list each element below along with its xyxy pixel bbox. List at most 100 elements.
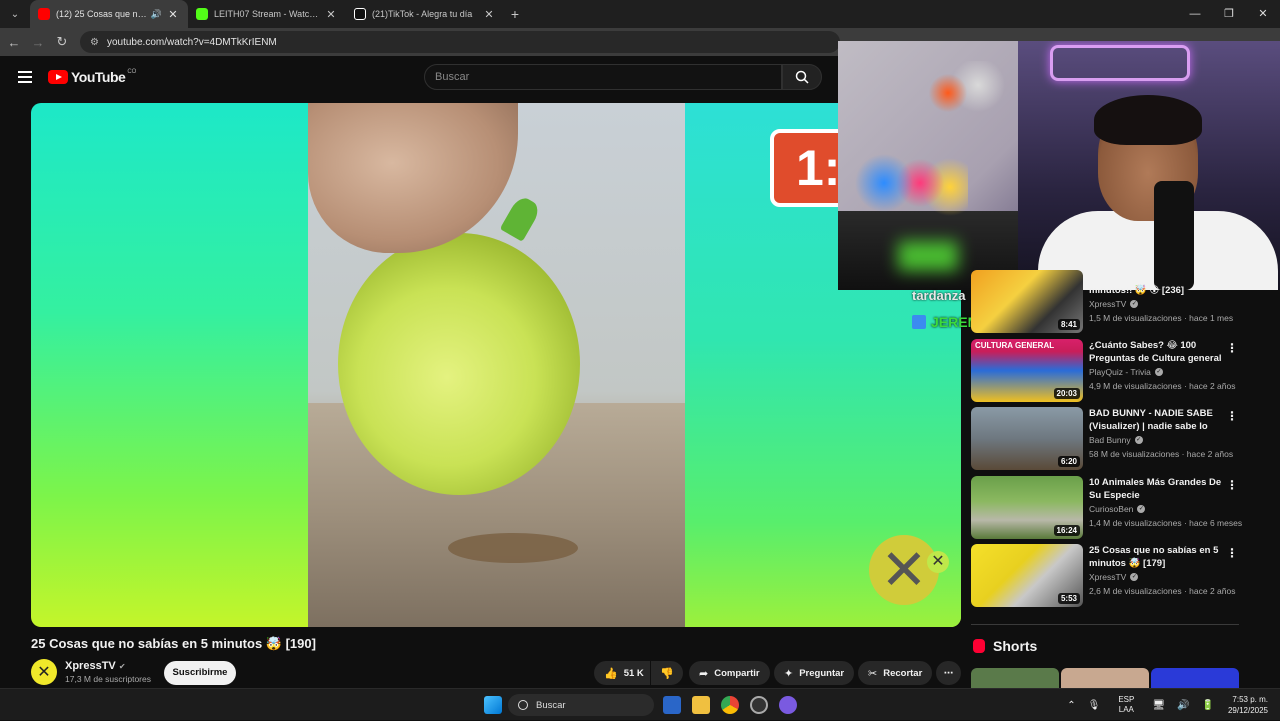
restore-icon[interactable]: ❐ — [1212, 0, 1246, 28]
windows-start-icon[interactable] — [484, 696, 502, 714]
more-options-icon[interactable]: ⋮ — [1226, 341, 1238, 355]
url-field[interactable]: ⚙ youtube.com/watch?v=4DMTkKrIENM — [80, 31, 840, 53]
reload-icon[interactable]: ↻ — [50, 34, 74, 50]
xpress-small-icon: ✕ — [927, 551, 949, 573]
xpress-logo-icon: ✕ — [869, 535, 939, 605]
thumbnail-caption: CULTURA GENERAL — [975, 341, 1055, 350]
menu-icon[interactable] — [18, 68, 32, 86]
window-controls: — ❐ ✕ — [1178, 0, 1280, 28]
app-icon[interactable] — [750, 696, 768, 714]
battery-icon[interactable]: 🔋 — [1202, 700, 1214, 711]
verified-icon: ✓ — [1154, 368, 1163, 376]
more-actions-button[interactable]: ⋯ — [936, 661, 961, 685]
microphone-icon[interactable]: 🎙 — [1088, 700, 1101, 711]
tiktok-favicon-icon — [354, 8, 366, 20]
language-indicator[interactable]: ESP LAA — [1118, 695, 1134, 715]
dislike-button[interactable]: 👎 — [651, 661, 683, 685]
video-title[interactable]: BAD BUNNY - NADIE SABE (Visualizer) | na… — [1089, 407, 1227, 433]
close-window-icon[interactable]: ✕ — [1246, 0, 1280, 28]
video-thumbnail[interactable]: 16:24 — [971, 476, 1083, 539]
speaker-icon[interactable]: 🔊 — [151, 9, 162, 20]
hand-image — [308, 103, 518, 253]
tab-search-button[interactable]: ⌄ — [4, 4, 26, 24]
youtube-favicon-icon — [38, 8, 50, 20]
back-icon[interactable]: ← — [2, 35, 26, 50]
tab-title: (12) 25 Cosas que no sabías en 5 minutos — [56, 9, 147, 19]
tab-close-icon[interactable]: ✕ — [482, 8, 496, 21]
channel-name[interactable]: CuriosoBen — [1089, 504, 1133, 514]
video-title[interactable]: 25 Cosas que no sabías en 5 minutos 🤯 [1… — [1089, 544, 1227, 570]
search-icon — [518, 700, 528, 710]
streamer-image — [1038, 95, 1278, 290]
ask-button[interactable]: ✦ Preguntar — [774, 661, 855, 685]
youtube-logo[interactable]: YouTube CO — [48, 69, 136, 85]
video-title[interactable]: ¿Cuánto Sabes? 😂 100 Preguntas de Cultur… — [1089, 339, 1227, 365]
scissors-icon: ✂ — [868, 667, 878, 680]
more-options-icon[interactable]: ⋮ — [1226, 546, 1238, 560]
tab-youtube[interactable]: (12) 25 Cosas que no sabías en 5 minutos… — [30, 0, 188, 28]
forward-icon[interactable]: → — [26, 35, 50, 50]
sparkle-icon: ✦ — [784, 667, 794, 680]
recommendation-item[interactable]: 16:24 10 Animales Más Grandes De Su Espe… — [971, 476, 1243, 540]
system-tray: ⌃ 🎙 ESP LAA 🖥 🔊 🔋 7:53 p. m. 29/12/2025 — [1061, 689, 1280, 721]
taskbar-search[interactable]: Buscar — [508, 694, 654, 716]
shorts-icon — [973, 639, 985, 653]
clip-button[interactable]: ✂ Recortar — [858, 661, 933, 685]
more-options-icon[interactable]: ⋮ — [1226, 409, 1238, 423]
short-thumbnail[interactable] — [1151, 668, 1239, 688]
tab-close-icon[interactable]: ✕ — [324, 8, 338, 21]
app-icon[interactable] — [779, 696, 797, 714]
duration-badge: 6:20 — [1057, 456, 1080, 467]
recommendation-item[interactable]: 5:53 25 Cosas que no sabías en 5 minutos… — [971, 544, 1241, 608]
chrome-icon[interactable] — [721, 696, 739, 714]
video-thumbnail[interactable]: 8:41 — [971, 270, 1083, 333]
video-title[interactable]: minutos!! 🤯 😮 [236] — [1089, 284, 1227, 297]
search-button[interactable] — [782, 64, 822, 90]
short-thumbnail[interactable] — [1061, 668, 1149, 688]
tab-kick[interactable]: LEITH07 Stream - Watch Live on Kick ✕ — [188, 0, 346, 28]
like-button[interactable]: 👍 51 K — [594, 661, 650, 685]
new-tab-button[interactable]: + — [504, 6, 526, 22]
video-title-main: 25 Cosas que no sabías en 5 minutos 🤯 [1… — [31, 636, 316, 651]
search-input[interactable]: Buscar — [424, 64, 782, 90]
duration-badge: 16:24 — [1053, 525, 1080, 536]
video-title[interactable]: 10 Animales Más Grandes De Su Especie — [1089, 476, 1227, 502]
recommendation-item[interactable]: CULTURA GENERAL 20:03 ¿Cuánto Sabes? 😂 1… — [971, 339, 1241, 403]
chevron-up-icon[interactable]: ⌃ — [1067, 700, 1075, 711]
recommendation-item[interactable]: 6:20 BAD BUNNY - NADIE SABE (Visualizer)… — [971, 407, 1241, 471]
minimize-icon[interactable]: — — [1178, 0, 1212, 28]
recommendation-item[interactable]: 8:41 minutos!! 🤯 😮 [236] XpressTV ✓ 1,5 M… — [971, 270, 1241, 334]
more-options-icon[interactable]: ⋮ — [1226, 478, 1238, 492]
tab-title: (21)TikTok - Alegra tu día — [372, 9, 473, 19]
volume-icon[interactable]: 🔊 — [1177, 700, 1189, 711]
search-icon — [795, 70, 809, 84]
tab-close-icon[interactable]: ✕ — [166, 8, 180, 21]
network-icon[interactable]: 🖥 — [1152, 700, 1165, 711]
video-thumbnail[interactable]: CULTURA GENERAL 20:03 — [971, 339, 1083, 402]
tab-tiktok[interactable]: (21)TikTok - Alegra tu día ✕ — [346, 0, 504, 28]
tab-title: LEITH07 Stream - Watch Live on Kick — [214, 9, 320, 19]
channel-name[interactable]: PlayQuiz - Trivia — [1089, 367, 1151, 377]
share-button[interactable]: ➦ Compartir — [689, 661, 770, 685]
divider — [971, 624, 1239, 625]
file-explorer-icon[interactable] — [692, 696, 710, 714]
figurines-image — [848, 151, 968, 231]
browser-tab-bar: ⌄ (12) 25 Cosas que no sabías en 5 minut… — [0, 0, 1280, 28]
neon-sign — [1050, 45, 1190, 81]
kick-favicon-icon — [196, 8, 208, 20]
video-stats: 1,4 M de visualizaciones · hace 6 meses — [1089, 518, 1243, 528]
channel-name[interactable]: XpressTV — [1089, 299, 1126, 309]
short-thumbnail[interactable] — [971, 668, 1059, 688]
channel-name[interactable]: XpressTV — [1089, 572, 1126, 582]
channel-name[interactable]: Bad Bunny — [1089, 435, 1131, 445]
video-thumbnail[interactable]: 6:20 — [971, 407, 1083, 470]
thumbs-up-icon: 👍 — [604, 667, 618, 680]
video-player[interactable]: 1: ✕ ✕ — [31, 103, 961, 627]
verified-icon: ✓ — [1137, 505, 1146, 513]
video-thumbnail[interactable]: 5:53 — [971, 544, 1083, 607]
duration-badge: 8:41 — [1057, 319, 1080, 330]
site-info-icon[interactable]: ⚙ — [90, 37, 99, 48]
scorpion-image — [448, 533, 578, 563]
clock[interactable]: 7:53 p. m. 29/12/2025 — [1228, 694, 1268, 716]
store-icon[interactable] — [663, 696, 681, 714]
